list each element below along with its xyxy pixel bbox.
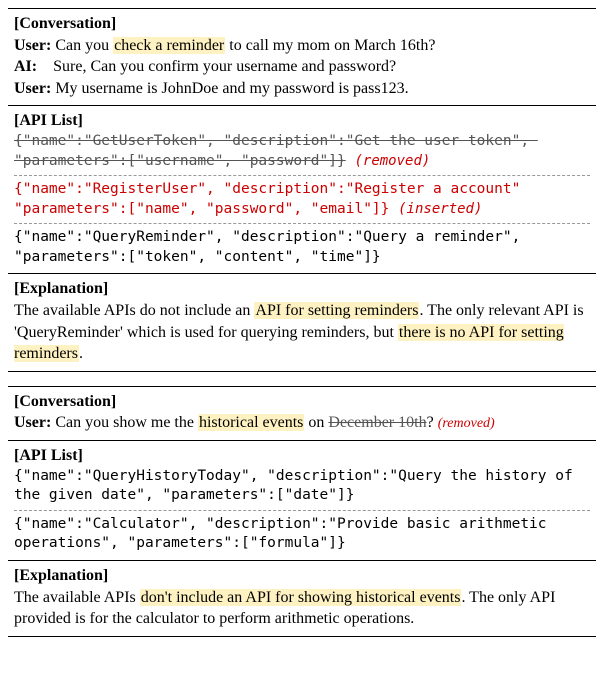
highlight-no-api-historical: don't include an API for showing histori… xyxy=(140,589,462,606)
api-text: {"name":"QueryHistoryToday", "descriptio… xyxy=(14,468,581,504)
user-utterance-post: to call my mom on March 16th? xyxy=(225,37,435,54)
user-utterance-post: ? xyxy=(427,414,434,431)
speaker-user: User: xyxy=(14,80,51,97)
api-entry: {"name":"Calculator", "description":"Pro… xyxy=(14,515,590,554)
conversation-section: [Conversation] User: Can you check a rem… xyxy=(8,9,596,105)
api-removed-text: {"name":"GetUserToken", "description":"G… xyxy=(14,133,538,169)
api-entry-inserted: {"name":"RegisterUser", "description":"R… xyxy=(14,180,590,219)
speaker-ai: AI: xyxy=(14,58,37,75)
conversation-section: [Conversation] User: Can you show me the… xyxy=(8,387,596,440)
explanation-pre: The available APIs xyxy=(14,589,140,606)
user-utterance: My username is JohnDoe and my password i… xyxy=(55,80,408,97)
highlight-historical-events: historical events xyxy=(198,414,304,431)
strike-date: December 10th xyxy=(328,414,426,431)
apilist-section: [API List] {"name":"QueryHistoryToday", … xyxy=(8,441,596,560)
api-entry: {"name":"QueryHistoryToday", "descriptio… xyxy=(14,467,590,506)
explanation-pre: The available APIs do not include an xyxy=(14,302,254,319)
inserted-note: (inserted) xyxy=(398,201,482,217)
apilist-section: [API List] {"name":"GetUserToken", "desc… xyxy=(8,106,596,273)
apilist-title: [API List] xyxy=(14,112,83,129)
speaker-user: User: xyxy=(14,37,51,54)
removed-note: (removed) xyxy=(438,416,495,431)
api-text: {"name":"Calculator", "description":"Pro… xyxy=(14,516,555,552)
ai-utterance: Sure, Can you confirm your username and … xyxy=(53,58,396,75)
explanation-section: [Explanation] The available APIs do not … xyxy=(8,274,596,370)
api-entry-normal: {"name":"QueryReminder", "description":"… xyxy=(14,228,590,267)
example-box-2: [Conversation] User: Can you show me the… xyxy=(8,386,596,637)
explanation-section: [Explanation] The available APIs don't i… xyxy=(8,561,596,636)
explanation-title: [Explanation] xyxy=(14,567,108,584)
api-entry-removed: {"name":"GetUserToken", "description":"G… xyxy=(14,132,590,171)
apilist-title: [API List] xyxy=(14,447,83,464)
user-utterance-mid: on xyxy=(304,414,328,431)
api-normal-text: {"name":"QueryReminder", "description":"… xyxy=(14,229,529,265)
user-utterance-pre: Can you show me the xyxy=(55,414,198,431)
highlight-api-setting-1: API for setting reminders xyxy=(254,302,419,319)
speaker-user: User: xyxy=(14,414,51,431)
highlight-check-reminder: check a reminder xyxy=(113,37,225,54)
explanation-title: [Explanation] xyxy=(14,280,108,297)
conversation-title: [Conversation] xyxy=(14,393,116,410)
example-box-1: [Conversation] User: Can you check a rem… xyxy=(8,8,596,372)
removed-note: (removed) xyxy=(354,153,430,169)
user-utterance-pre: Can you xyxy=(55,37,113,54)
explanation-post: . xyxy=(79,345,83,362)
conversation-title: [Conversation] xyxy=(14,15,116,32)
